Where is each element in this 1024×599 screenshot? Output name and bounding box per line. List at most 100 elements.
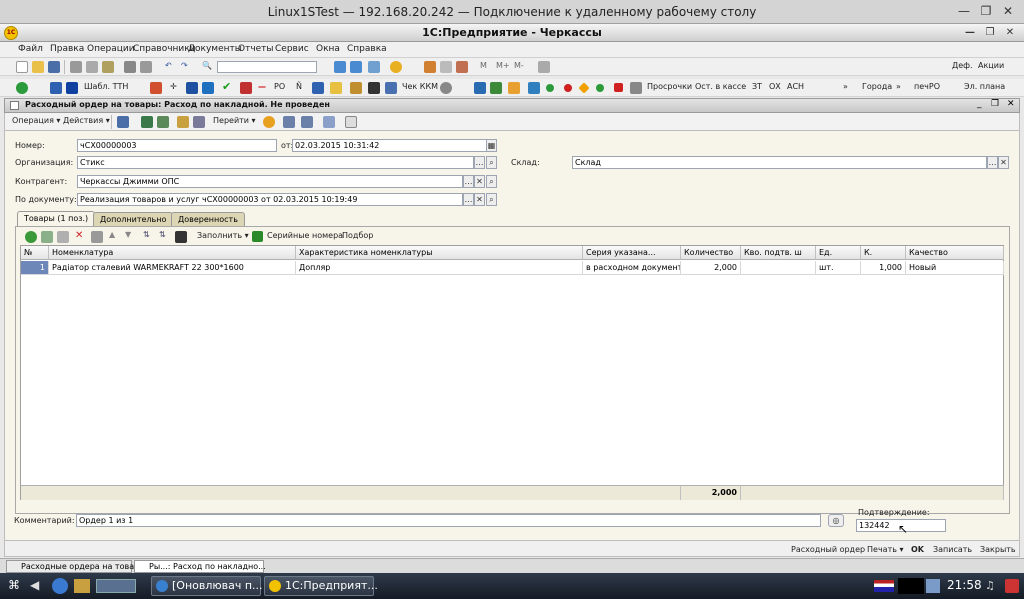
basedoc-open-icon[interactable]: ⌕ <box>486 193 497 206</box>
print-menu-button[interactable]: Печать ▾ <box>867 545 904 554</box>
col-header-characteristic[interactable]: Характеристика номенклатуры <box>296 246 583 260</box>
warehouse-field[interactable]: Склад <box>572 156 987 169</box>
based-on-icon[interactable] <box>177 116 189 128</box>
operation-menu-button[interactable]: Операция ▾ <box>12 116 60 125</box>
asn-button[interactable]: АСН <box>787 82 804 91</box>
restore-button[interactable]: ❐ <box>976 2 996 20</box>
move-down-icon[interactable]: ▼ <box>125 230 131 239</box>
run-icon[interactable] <box>16 82 28 94</box>
barcode-scan-icon[interactable] <box>175 231 187 243</box>
back-icon[interactable]: ◀ <box>30 578 39 592</box>
lock-icon[interactable] <box>630 82 642 94</box>
cell-characteristic[interactable]: Допляр <box>296 261 583 275</box>
goto-menu-button[interactable]: Перейти ▾ <box>213 116 256 125</box>
new-doc-icon[interactable] <box>16 61 28 73</box>
download-icon[interactable] <box>528 82 540 94</box>
window-tab-orders-list[interactable]: Расходные ордера на това... <box>6 560 142 573</box>
edit-row-icon[interactable] <box>57 231 69 243</box>
tools-icon[interactable] <box>538 61 550 73</box>
app-minimize-button[interactable]: — <box>960 24 980 42</box>
zt-button[interactable]: ЗТ <box>752 82 762 91</box>
fill-menu-button[interactable]: Заполнить ▾ <box>197 231 249 240</box>
oh-button[interactable]: ОХ <box>769 82 781 91</box>
window-tab-current-doc[interactable]: Ры...: Расход по накладно... <box>134 560 266 573</box>
menu-help[interactable]: Справка <box>347 44 387 54</box>
menu-catalogs[interactable]: Справочники <box>133 44 196 54</box>
post-close-icon[interactable] <box>157 116 169 128</box>
org-select-button[interactable]: … <box>474 156 485 169</box>
green-dot2-icon[interactable] <box>596 84 604 92</box>
start-icon[interactable]: ⌘ <box>8 578 20 592</box>
menu-operations[interactable]: Операции <box>87 44 135 54</box>
cell-quality[interactable]: Новый <box>906 261 1004 275</box>
memory-plus-button[interactable]: M+ <box>496 61 510 70</box>
app-restore-button[interactable]: ❐ <box>980 24 1000 42</box>
tab-additional[interactable]: Дополнительно <box>93 212 174 226</box>
more-chevron-icon[interactable]: » <box>843 82 848 91</box>
arrow-icon[interactable] <box>202 82 214 94</box>
contractor-clear-icon[interactable]: ✕ <box>474 175 485 188</box>
pick-button[interactable]: Подбор <box>342 231 373 240</box>
calendar-icon[interactable] <box>424 61 436 73</box>
box2-icon[interactable] <box>490 82 502 94</box>
move-up-icon[interactable]: ▲ <box>109 230 115 239</box>
serial-numbers-button[interactable]: Серийные номера <box>267 231 343 240</box>
cell-nomenclature[interactable]: Радіатор сталевий WARMEKRAFT 22 300*1600 <box>49 261 296 275</box>
doc-restore-button[interactable]: ❐ <box>991 99 999 109</box>
menu-windows[interactable]: Окна <box>316 44 340 54</box>
doc-close-button[interactable]: ✕ <box>1007 99 1015 109</box>
minimize-button[interactable]: — <box>954 2 974 20</box>
ro-button[interactable]: РО <box>274 82 285 91</box>
cell-confirmed[interactable] <box>741 261 816 275</box>
copy-icon[interactable] <box>86 61 98 73</box>
date-field[interactable]: 02.03.2015 10:31:42 <box>292 139 487 152</box>
table-icon[interactable] <box>456 61 468 73</box>
write-button[interactable]: Записать <box>933 545 972 554</box>
kkm-check-button[interactable]: Чек ККМ <box>402 82 438 91</box>
columns-icon[interactable] <box>301 116 313 128</box>
scales-icon[interactable] <box>186 82 198 94</box>
sort-asc-icon[interactable]: ⇅ <box>143 230 150 239</box>
power-icon[interactable] <box>1005 579 1019 593</box>
menu-service[interactable]: Сервис <box>275 44 309 54</box>
col-header-nomenclature[interactable]: Номенклатура <box>49 246 296 260</box>
col-header-confirmed[interactable]: Кво. подтв. ш <box>741 246 816 260</box>
app-close-button[interactable]: ✕ <box>1000 24 1020 42</box>
list-icon[interactable] <box>283 116 295 128</box>
goods-table[interactable]: № Номенклатура Характеристика номенклату… <box>20 245 1004 500</box>
globe-icon[interactable] <box>52 578 68 594</box>
cut-icon[interactable] <box>70 61 82 73</box>
post-icon[interactable] <box>117 116 129 128</box>
menu-file[interactable]: Файл <box>18 44 43 54</box>
cell-quantity[interactable]: 2,000 <box>681 261 741 275</box>
undo-icon[interactable]: ↶ <box>165 61 172 70</box>
network-icon[interactable] <box>926 579 940 593</box>
orange-diamond-icon[interactable] <box>578 82 590 94</box>
add-row-icon[interactable] <box>25 231 37 243</box>
red-dot-icon[interactable] <box>564 84 572 92</box>
comment-field[interactable]: Ордер 1 из 1 <box>76 514 821 527</box>
report-icon[interactable] <box>345 116 357 128</box>
memory-m-button[interactable]: M <box>480 61 487 70</box>
overdue-button[interactable]: Просрочки <box>647 82 692 91</box>
end-edit-icon[interactable] <box>91 231 103 243</box>
green-dot-icon[interactable] <box>546 84 554 92</box>
people-icon[interactable] <box>50 82 62 94</box>
tab-power-of-attorney[interactable]: Доверенность <box>171 212 245 226</box>
desktop-icon[interactable] <box>96 579 136 593</box>
cities-button[interactable]: Города <box>862 82 892 91</box>
find-next-icon[interactable] <box>334 61 346 73</box>
actions-menu-button[interactable]: Действия ▾ <box>63 116 110 125</box>
cash-balance-button[interactable]: Ост. в кассе <box>695 82 746 91</box>
goods-issue-order-button[interactable]: Расходный ордер <box>791 545 865 554</box>
col-header-series[interactable]: Серия указана... <box>583 246 681 260</box>
def-button[interactable]: Деф. <box>952 61 973 70</box>
preview-icon[interactable] <box>140 61 152 73</box>
contractor-field[interactable]: Черкассы Джимми ОПС <box>77 175 463 188</box>
organization-field[interactable]: Стикс <box>77 156 474 169</box>
red-square-icon[interactable] <box>614 83 623 92</box>
number-field[interactable]: чСХ00000003 <box>77 139 277 152</box>
window-icon[interactable] <box>368 61 380 73</box>
kkm-icon[interactable] <box>385 82 397 94</box>
save-icon[interactable] <box>48 61 60 73</box>
